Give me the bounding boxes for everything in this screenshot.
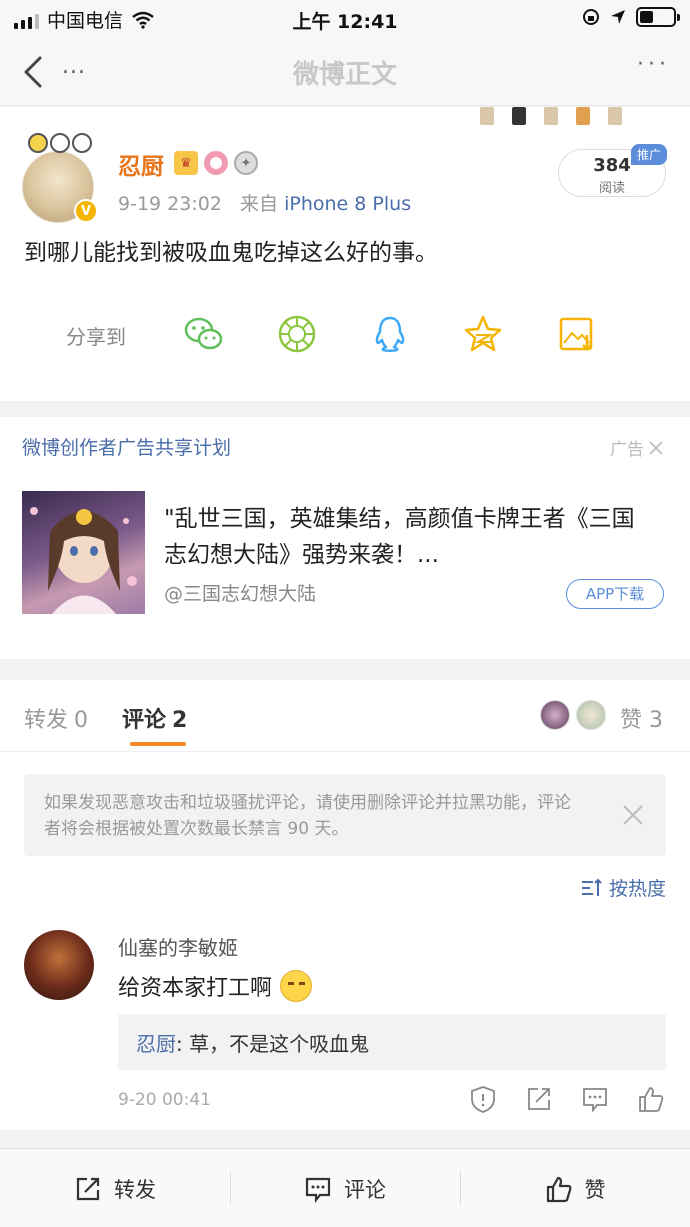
- comments-section: 如果发现恶意攻击和垃圾骚扰评论，请使用删除评论并拉黑功能，评论者将会根据被处置次…: [0, 752, 690, 1130]
- share-label: 分享到: [66, 325, 126, 349]
- tab-comment[interactable]: 评论 2: [122, 702, 187, 734]
- reply-comment-icon[interactable]: [580, 1084, 610, 1114]
- post-time: 9-19 23:02: [118, 193, 222, 215]
- repost-label: 转发: [114, 1177, 156, 1202]
- post-card: V 忍厨 ♛ ✦ 9-19 23:02 来自 iPhone 8 Plus 384…: [0, 107, 690, 401]
- thumbs-up-icon: [546, 1176, 571, 1202]
- ad-card[interactable]: 微博创作者广告共享计划 广告 "乱世三国，英雄集结，高颜值卡牌王者《三国志幻想大…: [0, 417, 690, 659]
- post-text: 到哪儿能找到被吸血鬼吃掉这么好的事。: [24, 240, 438, 266]
- tab-comment-label: 评论: [122, 708, 167, 733]
- commenter-name[interactable]: 仙塞的李敏姬: [118, 932, 238, 961]
- status-bar: 中国电信 上午 12:41: [0, 0, 690, 40]
- more-options-button[interactable]: ···: [637, 52, 670, 77]
- author-name[interactable]: 忍厨: [118, 147, 164, 181]
- comment-text: 给资本家打工啊: [118, 970, 313, 1002]
- status-right: [582, 7, 680, 27]
- save-image-icon[interactable]: [556, 313, 598, 355]
- tab-repost[interactable]: 转发 0: [24, 702, 88, 734]
- ad-image[interactable]: [22, 491, 145, 614]
- reply-box[interactable]: 忍厨: 草，不是这个吸血鬼: [118, 1014, 666, 1070]
- bottom-action-bar: 转发 评论 赞: [0, 1148, 690, 1227]
- tab-like-count: 3: [649, 708, 664, 733]
- repost-button[interactable]: 转发: [0, 1149, 230, 1227]
- ad-source[interactable]: @三国志幻想大陆: [164, 579, 316, 606]
- page-title: 微博正文: [292, 60, 397, 90]
- comment-body: 给资本家打工啊: [118, 976, 273, 1001]
- tab-like[interactable]: 赞 3: [620, 702, 663, 734]
- post-meta: 9-19 23:02 来自 iPhone 8 Plus: [118, 189, 411, 216]
- ad-character-art: [30, 507, 137, 614]
- avatar-frame-decoration: [28, 133, 92, 153]
- donut-badge-icon[interactable]: [204, 151, 228, 175]
- comment-time: 9-20 00:41: [118, 1090, 211, 1110]
- verified-badge-icon: V: [74, 199, 98, 223]
- sort-by-heat-button[interactable]: 按热度: [581, 874, 666, 901]
- comment-icon: [305, 1177, 331, 1203]
- tab-comment-count: 2: [172, 708, 188, 733]
- close-icon[interactable]: [648, 440, 664, 456]
- report-shield-icon[interactable]: [468, 1084, 498, 1114]
- comment-notice: 如果发现恶意攻击和垃圾骚扰评论，请使用删除评论并拉黑功能，评论者将会根据被处置次…: [24, 774, 666, 856]
- battery-icon: [636, 7, 680, 27]
- interaction-tabs: 转发 0 评论 2 赞 3: [0, 680, 690, 752]
- qq-icon[interactable]: [369, 313, 411, 355]
- weibo-post-page: 中国电信 上午 12:41 ... 微博正文 ··· V 忍厨 ♛ ✦ 9-19…: [0, 0, 690, 1227]
- sort-label: 按热度: [608, 878, 666, 900]
- active-tab-indicator: [130, 742, 186, 746]
- reply-author[interactable]: 忍厨: [136, 1032, 176, 1056]
- comment-label: 评论: [344, 1177, 386, 1202]
- tab-repost-label: 转发: [24, 708, 69, 733]
- sort-icon: [581, 878, 602, 896]
- decoration-strip: [480, 107, 640, 125]
- tab-like-label: 赞: [620, 708, 643, 733]
- share-comment-icon[interactable]: [524, 1084, 554, 1114]
- post-device[interactable]: iPhone 8 Plus: [284, 193, 411, 215]
- qzone-star-icon[interactable]: [462, 313, 504, 355]
- comment-notice-text: 如果发现恶意攻击和垃圾骚扰评论，请使用删除评论并拉黑功能，评论者将会根据被处置次…: [44, 793, 571, 839]
- read-label: 阅读: [598, 181, 625, 196]
- read-count-box[interactable]: 384 阅读 推广: [558, 144, 667, 197]
- liker-avatars[interactable]: [540, 700, 606, 730]
- like-comment-icon[interactable]: [636, 1084, 666, 1114]
- author-avatar[interactable]: V: [22, 133, 98, 223]
- orientation-lock-icon: [583, 9, 599, 25]
- liker-avatar[interactable]: [540, 700, 570, 730]
- location-icon: [611, 10, 625, 24]
- sleepy-emoji-icon: [280, 970, 313, 1002]
- like-button[interactable]: 赞: [460, 1149, 690, 1227]
- like-label: 赞: [584, 1177, 606, 1202]
- commenter-avatar[interactable]: [24, 930, 94, 1000]
- ad-label: 广告: [610, 440, 644, 460]
- ad-plan-link[interactable]: 微博创作者广告共享计划: [22, 433, 231, 460]
- medal-badge-icon[interactable]: ✦: [234, 151, 258, 175]
- nav-bar: ... 微博正文 ···: [0, 40, 690, 106]
- tab-repost-count: 0: [74, 708, 89, 733]
- comment-button[interactable]: 评论: [230, 1149, 460, 1227]
- wechat-icon[interactable]: [183, 313, 225, 355]
- notice-close-icon[interactable]: [618, 800, 648, 830]
- reply-text: : 草，不是这个吸血鬼: [176, 1032, 370, 1056]
- app-download-button[interactable]: APP下载: [566, 579, 664, 609]
- repost-icon: [76, 1177, 100, 1200]
- liker-avatar[interactable]: [576, 700, 606, 730]
- user-badges: ♛ ✦: [174, 151, 258, 175]
- moments-icon[interactable]: [276, 313, 318, 355]
- promo-tag[interactable]: 推广: [630, 144, 667, 165]
- source-prefix: 来自: [240, 193, 279, 215]
- ad-tag[interactable]: 广告: [610, 435, 664, 460]
- vip-crown-icon[interactable]: ♛: [174, 151, 198, 175]
- ad-title[interactable]: "乱世三国，英雄集结，高颜值卡牌王者《三国志幻想大陆》强势来袭！...: [164, 501, 644, 573]
